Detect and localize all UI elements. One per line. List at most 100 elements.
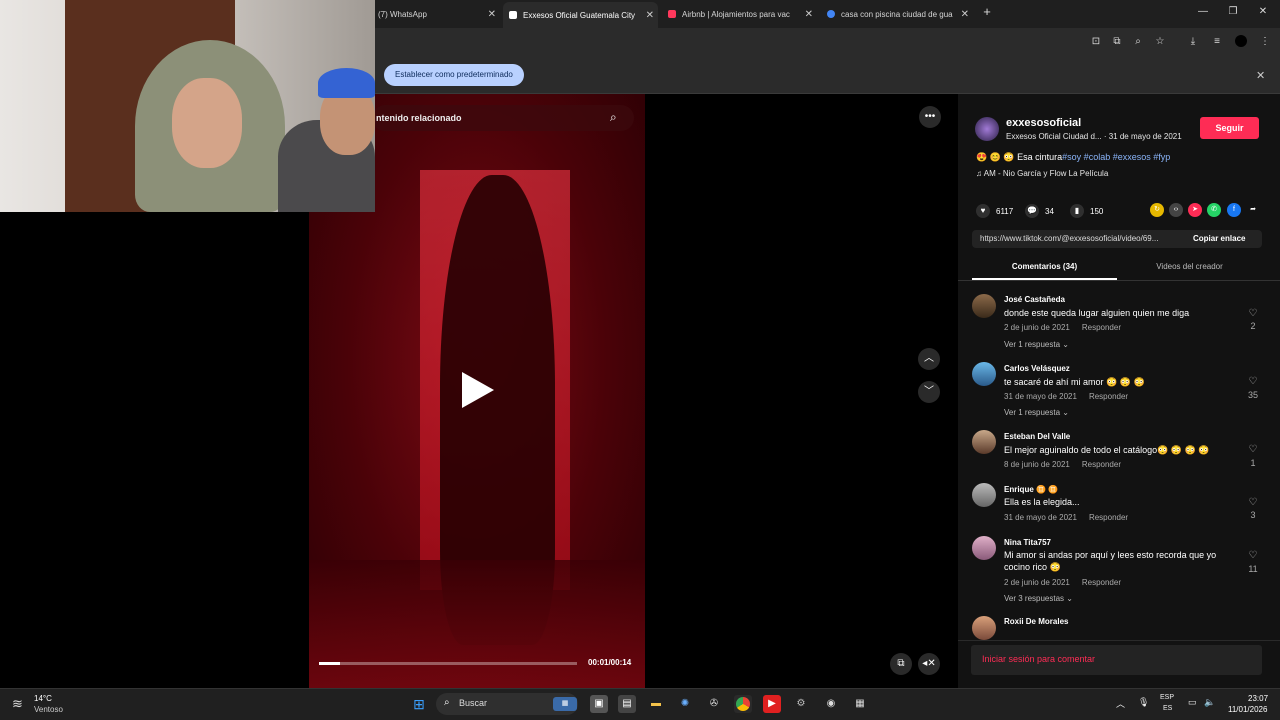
tab-tiktok[interactable]: Exxesos Oficial Guatemala City ✕ [503, 2, 658, 28]
store-icon[interactable]: ▤ [618, 695, 636, 713]
comment-avatar[interactable] [972, 536, 996, 560]
creator-username[interactable]: exxesosoficial [1006, 117, 1081, 129]
heart-outline-icon[interactable]: ♡ [1246, 376, 1260, 387]
close-window-icon[interactable]: ✕ [1256, 6, 1270, 17]
close-icon[interactable]: ✕ [805, 9, 813, 20]
like-stat[interactable]: ♥ 6117 [976, 204, 1013, 218]
close-icon[interactable]: ✕ [961, 9, 969, 20]
more-options-icon[interactable]: ••• [919, 106, 941, 128]
set-default-button[interactable]: Establecer como predeterminado [384, 64, 524, 86]
music-info[interactable]: ♫ AM - Nio García y Flow La Película [976, 169, 1108, 178]
youtube-icon[interactable]: ▶ [763, 695, 781, 713]
weather-desc[interactable]: Ventoso [34, 705, 63, 714]
mute-icon[interactable]: ◂✕ [918, 653, 940, 675]
comment-author[interactable]: Nina Tita757 [1004, 538, 1051, 547]
clock-time[interactable]: 23:07 [1248, 694, 1268, 703]
login-to-comment-link[interactable]: Iniciar sesión para comentar [982, 654, 1095, 664]
comment-avatar[interactable] [972, 362, 996, 386]
chevron-up-icon[interactable]: ︿ [1116, 697, 1125, 710]
tab-comments[interactable]: Comentarios (34) [972, 262, 1117, 271]
clock-date[interactable]: 11/01/2026 [1228, 705, 1267, 714]
tab-label: Airbnb | Alojamientos para vac [682, 9, 790, 19]
close-icon[interactable]: ✕ [1256, 69, 1265, 82]
minimize-icon[interactable]: — [1196, 6, 1210, 17]
media-player-icon[interactable]: ◉ [822, 695, 840, 713]
chevron-down-icon[interactable]: ﹀ [918, 381, 940, 403]
comment-author[interactable]: Roxii De Morales [1004, 617, 1068, 626]
creator-avatar[interactable] [975, 117, 999, 141]
comment-author[interactable]: Carlos Velásquez [1004, 364, 1070, 373]
reply-link[interactable]: Responder [1082, 460, 1121, 469]
view-replies-link[interactable]: Ver 3 respuestas ⌄ [1004, 594, 1073, 603]
comment-author[interactable]: José Castañeda [1004, 295, 1065, 304]
close-icon[interactable]: ✕ [646, 10, 654, 21]
comment-author[interactable]: Esteban Del Valle [1004, 432, 1070, 441]
comment-avatar[interactable] [972, 616, 996, 640]
related-content-search[interactable]: ntenido relacionado [372, 105, 634, 131]
comment-stat[interactable]: 💬 34 [1025, 204, 1054, 218]
share-arrow-icon[interactable]: ➦ [1246, 203, 1260, 217]
windows-start-icon[interactable]: ⊞ [410, 695, 428, 713]
copilot-icon[interactable]: ✺ [676, 695, 694, 713]
post-url[interactable]: https://www.tiktok.com/@exxesosoficial/v… [980, 234, 1180, 243]
network-icon[interactable]: ▭ [1188, 697, 1197, 708]
comment-avatar[interactable] [972, 430, 996, 454]
download-icon[interactable]: ⤓ [1186, 35, 1200, 49]
settings-gear-icon[interactable]: ⚙ [792, 695, 810, 713]
mini-player-icon[interactable]: ⧉ [890, 653, 912, 675]
comment-author[interactable]: Enrique ♊ ♊ [1004, 485, 1058, 494]
new-tab-button[interactable]: + [980, 4, 994, 19]
comment-avatar[interactable] [972, 483, 996, 507]
calculator-icon[interactable]: ▦ [851, 695, 869, 713]
tab-airbnb[interactable]: Airbnb | Alojamientos para vac ✕ [662, 4, 817, 24]
chrome-icon[interactable] [734, 695, 752, 713]
weather-temp[interactable]: 14°C [34, 694, 52, 703]
reply-link[interactable]: Responder [1089, 392, 1128, 401]
heart-outline-icon[interactable]: ♡ [1246, 308, 1260, 319]
follow-button[interactable]: Seguir [1200, 117, 1259, 139]
menu-kebab-icon[interactable]: ⋮ [1258, 35, 1272, 49]
profile-avatar[interactable] [1234, 35, 1248, 49]
repost-icon[interactable]: ↻ [1150, 203, 1164, 217]
microphone-icon[interactable]: 🎙 [1138, 697, 1149, 708]
caption-hashtags[interactable]: #soy #colab #exxesos #fyp [1062, 152, 1170, 162]
progress-track[interactable] [319, 662, 577, 665]
app-icon[interactable]: ✇ [705, 695, 723, 713]
whatsapp-icon[interactable]: ✆ [1207, 203, 1221, 217]
install-app-icon[interactable]: ⊡ [1089, 35, 1103, 49]
restore-icon[interactable]: ❐ [1226, 6, 1240, 17]
save-stat[interactable]: ▮ 150 [1070, 204, 1103, 218]
zoom-icon[interactable]: ⌕ [1131, 35, 1145, 49]
close-icon[interactable]: ✕ [488, 9, 496, 20]
heart-outline-icon[interactable]: ♡ [1246, 497, 1260, 508]
keyboard-layout[interactable]: ES [1163, 705, 1172, 712]
reply-link[interactable]: Responder [1082, 578, 1121, 587]
tab-creator-videos[interactable]: Videos del creador [1117, 262, 1262, 271]
embed-icon[interactable]: ‹› [1169, 203, 1183, 217]
copy-link-button[interactable]: Copiar enlace [1193, 234, 1245, 243]
comment-meta: 2 de junio de 2021 Responder [1004, 578, 1121, 587]
reply-link[interactable]: Responder [1089, 513, 1128, 522]
heart-outline-icon[interactable]: ♡ [1246, 444, 1260, 455]
folder-icon[interactable]: ▬ [647, 695, 665, 713]
search-icon[interactable]: ⌕ [610, 110, 617, 125]
tab-whatsapp[interactable]: (7) WhatsApp ✕ [372, 4, 500, 24]
tab-google-search[interactable]: casa con piscina ciudad de gua ✕ [821, 4, 973, 24]
volume-icon[interactable]: 🔈 [1204, 697, 1215, 708]
send-icon[interactable]: ➤ [1188, 203, 1202, 217]
reply-link[interactable]: Responder [1082, 323, 1121, 332]
wind-icon[interactable]: ≋ [12, 696, 23, 712]
bookmark-star-icon[interactable]: ☆ [1153, 35, 1167, 49]
view-replies-link[interactable]: Ver 1 respuesta ⌄ [1004, 340, 1069, 349]
play-icon[interactable] [462, 372, 494, 408]
comment-avatar[interactable] [972, 294, 996, 318]
facebook-icon[interactable]: f [1227, 203, 1241, 217]
chevron-up-icon[interactable]: ︿ [918, 348, 940, 370]
task-view-icon[interactable]: ▣ [590, 695, 608, 713]
reading-list-icon[interactable]: ≡ [1210, 35, 1224, 49]
comment-meta: 8 de junio de 2021 Responder [1004, 460, 1121, 469]
language-code[interactable]: ESP [1160, 694, 1174, 701]
translate-icon[interactable]: ⧉ [1110, 35, 1124, 49]
view-replies-link[interactable]: Ver 1 respuesta ⌄ [1004, 408, 1069, 417]
heart-outline-icon[interactable]: ♡ [1246, 550, 1260, 561]
